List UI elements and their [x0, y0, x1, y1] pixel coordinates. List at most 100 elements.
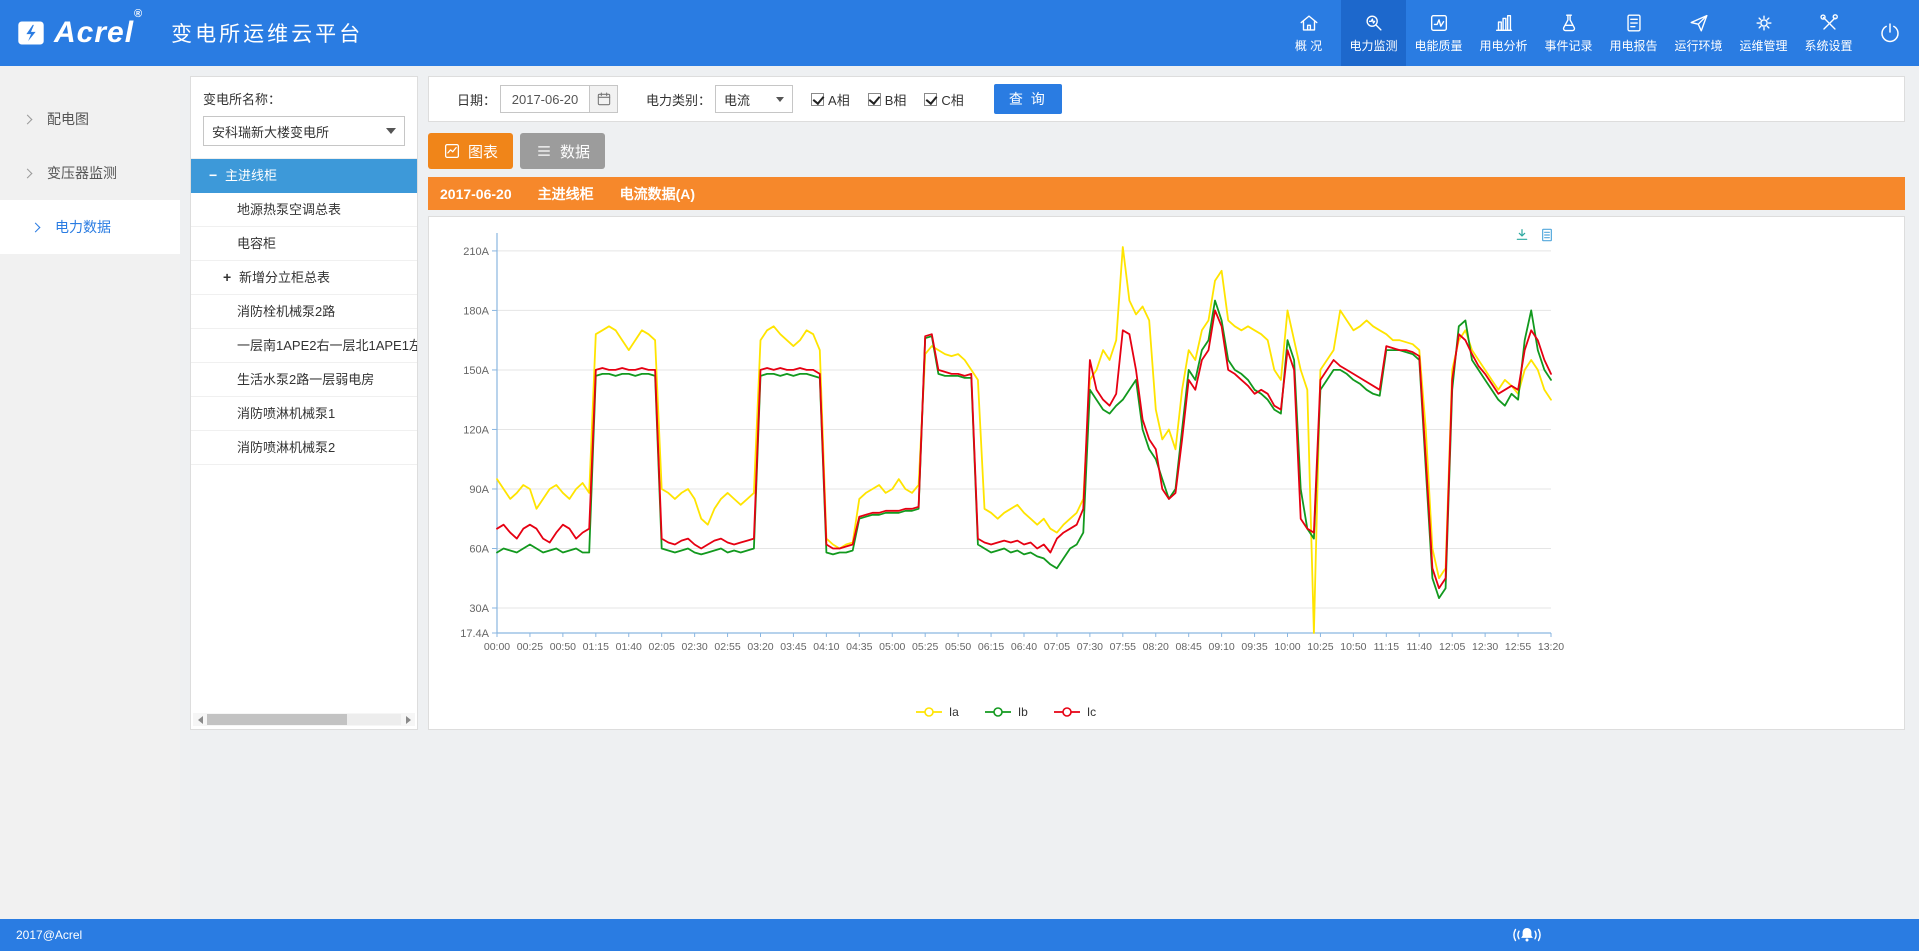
tab-chart[interactable]: 图表: [428, 133, 513, 169]
settings-icon: [1818, 12, 1840, 34]
power-button[interactable]: [1861, 21, 1919, 45]
svg-text:09:35: 09:35: [1241, 641, 1267, 653]
environment-icon: [1688, 12, 1710, 34]
nav-item-events[interactable]: 事件记录: [1536, 0, 1601, 66]
svg-text:90A: 90A: [469, 484, 489, 496]
scroll-right-icon[interactable]: [401, 713, 415, 726]
svg-text:01:15: 01:15: [583, 641, 609, 653]
nav-item-environment[interactable]: 运行环境: [1666, 0, 1731, 66]
chart-card: 17.4A30A60A90A120A150A180A210A00:0000:25…: [428, 216, 1905, 730]
tree-item[interactable]: 一层南1APE2右一层北1APE1左: [191, 329, 417, 363]
sidebar-item-label: 电力数据: [55, 217, 111, 237]
category-label: 电力类别：: [646, 90, 711, 109]
sidebar-item-label: 变压器监测: [47, 163, 117, 183]
tree-item[interactable]: 地源热泵空调总表: [191, 193, 417, 227]
svg-text:03:45: 03:45: [780, 641, 806, 653]
brand: Acrel®: [16, 16, 143, 50]
tree-item[interactable]: +新增分立柜总表: [191, 261, 417, 295]
download-icon[interactable]: [1514, 227, 1530, 243]
svg-text:180A: 180A: [463, 305, 489, 317]
maintenance-icon: [1753, 12, 1775, 34]
expand-icon[interactable]: +: [223, 261, 239, 294]
tree-item[interactable]: 电容柜: [191, 227, 417, 261]
phase-checkbox-a[interactable]: A相: [811, 90, 850, 109]
phase-label: C相: [941, 90, 963, 109]
banner-date: 2017-06-20: [440, 186, 512, 202]
sidebar-item[interactable]: 电力数据: [0, 200, 180, 254]
nav-item-monitor[interactable]: 电力监测: [1341, 0, 1406, 66]
svg-text:11:40: 11:40: [1407, 641, 1433, 653]
checkbox-icon[interactable]: [868, 93, 881, 106]
nav-item-quality[interactable]: 电能质量: [1406, 0, 1471, 66]
svg-text:210A: 210A: [463, 246, 489, 258]
calendar-button[interactable]: [590, 85, 618, 113]
collapse-icon[interactable]: −: [209, 159, 225, 192]
tree-item[interactable]: 生活水泵2路一层弱电房: [191, 363, 417, 397]
checkbox-icon[interactable]: [811, 93, 824, 106]
legend-item-ic[interactable]: Ic: [1052, 705, 1096, 719]
tree-item[interactable]: 消防喷淋机械泵2: [191, 431, 417, 465]
date-input[interactable]: 2017-06-20: [500, 85, 590, 113]
chevron-right-icon: [23, 168, 33, 178]
nav-item-settings[interactable]: 系统设置: [1796, 0, 1861, 66]
chevron-down-icon: [776, 97, 784, 102]
substation-select[interactable]: 安科瑞新大楼变电所: [203, 116, 405, 146]
nav-item-maintenance[interactable]: 运维管理: [1731, 0, 1796, 66]
sidebar-item[interactable]: 变压器监测: [0, 146, 180, 200]
svg-text:11:15: 11:15: [1374, 641, 1400, 653]
data-view-icon[interactable]: [1539, 227, 1555, 243]
legend-item-ib[interactable]: Ib: [983, 705, 1028, 719]
nav-item-label: 运行环境: [1674, 37, 1722, 54]
svg-text:04:10: 04:10: [813, 641, 839, 653]
left-sidebar: 配电图变压器监测电力数据: [0, 66, 180, 919]
phase-label: A相: [828, 90, 850, 109]
nav-item-report[interactable]: 用电报告: [1601, 0, 1666, 66]
chevron-right-icon: [31, 222, 41, 232]
tree-item[interactable]: −主进线柜: [191, 159, 417, 193]
tree-item-label: 一层南1APE2右一层北1APE1左: [237, 338, 417, 353]
registered-mark: ®: [134, 8, 143, 20]
phase-checkbox-b[interactable]: B相: [868, 90, 907, 109]
alarm-bell-icon[interactable]: [1510, 923, 1544, 947]
query-button[interactable]: 查 询: [994, 84, 1062, 114]
scrollbar-thumb[interactable]: [207, 714, 347, 725]
scroll-left-icon[interactable]: [193, 713, 207, 726]
svg-text:07:55: 07:55: [1110, 641, 1136, 653]
svg-text:60A: 60A: [469, 543, 489, 555]
chevron-right-icon: [23, 114, 33, 124]
checkbox-icon[interactable]: [924, 93, 937, 106]
tree-item[interactable]: 消防喷淋机械泵1: [191, 397, 417, 431]
legend-item-ia[interactable]: Ia: [914, 705, 959, 719]
copyright-text: 2017@Acrel: [16, 928, 82, 942]
quality-icon: [1428, 12, 1450, 34]
svg-text:07:05: 07:05: [1044, 641, 1070, 653]
tree-item[interactable]: 消防栓机械泵2路: [191, 295, 417, 329]
svg-text:17.4A: 17.4A: [460, 628, 489, 640]
app-footer: 2017@Acrel: [0, 919, 1919, 951]
sidebar-item[interactable]: 配电图: [0, 92, 180, 146]
view-tabs: 图表 数据: [428, 133, 605, 169]
legend-marker-icon: [914, 706, 944, 718]
nav-item-label: 电能质量: [1414, 37, 1462, 54]
scrollbar-track[interactable]: [207, 714, 401, 725]
tab-data[interactable]: 数据: [520, 133, 605, 169]
phase-label: B相: [885, 90, 907, 109]
svg-text:02:30: 02:30: [681, 641, 707, 653]
date-label: 日期：: [457, 90, 496, 109]
filter-bar: 日期： 2017-06-20 电力类别： 电流 A相 B相 C相 查 询: [428, 76, 1905, 122]
phase-checkbox-c[interactable]: C相: [924, 90, 963, 109]
tree-item-label: 消防栓机械泵2路: [237, 304, 335, 319]
svg-text:04:35: 04:35: [846, 641, 872, 653]
svg-text:10:50: 10:50: [1340, 641, 1366, 653]
nav-item-analysis[interactable]: 用电分析: [1471, 0, 1536, 66]
phase-checkbox-group: A相 B相 C相: [793, 90, 964, 109]
tree-horizontal-scrollbar[interactable]: [193, 713, 415, 726]
substation-tree-panel: 变电所名称： 安科瑞新大楼变电所 −主进线柜地源热泵空调总表电容柜+新增分立柜总…: [190, 76, 418, 730]
tab-label: 图表: [468, 141, 498, 162]
category-select[interactable]: 电流: [715, 85, 793, 113]
svg-text:150A: 150A: [463, 365, 489, 377]
svg-text:02:05: 02:05: [649, 641, 675, 653]
banner-device: 主进线柜: [538, 184, 594, 204]
nav-item-home[interactable]: 概 况: [1276, 0, 1341, 66]
list-icon: [535, 142, 553, 160]
